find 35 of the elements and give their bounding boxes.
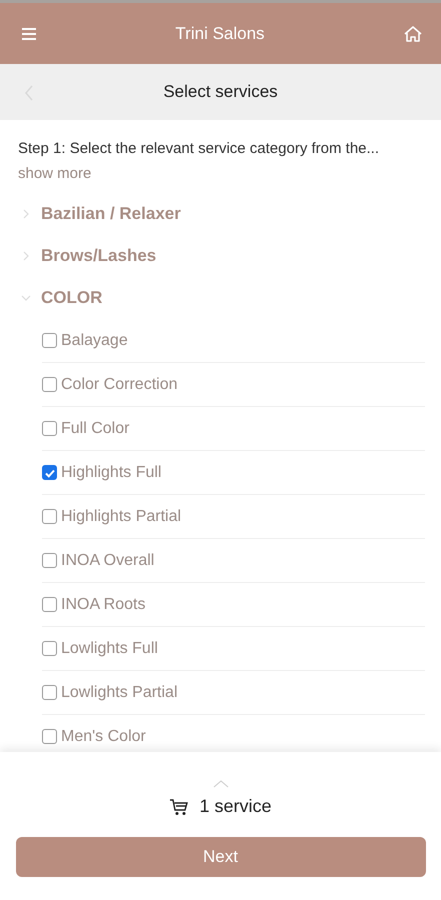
checkbox[interactable] <box>42 685 57 700</box>
category-header[interactable]: Brows/Lashes <box>18 235 425 277</box>
checkbox[interactable] <box>42 465 57 480</box>
category-header[interactable]: COLOR <box>18 277 425 319</box>
show-more-link[interactable]: show more <box>18 165 92 182</box>
chevron-icon <box>21 293 31 303</box>
checkbox[interactable] <box>42 377 57 392</box>
category-header[interactable]: Bazilian / Relaxer <box>18 193 425 235</box>
cart-summary: 1 service <box>199 796 272 817</box>
checkbox[interactable] <box>42 729 57 744</box>
service-option[interactable]: Lowlights Full <box>42 627 425 671</box>
service-option[interactable]: INOA Roots <box>42 583 425 627</box>
service-option[interactable]: Highlights Partial <box>42 495 425 539</box>
service-option[interactable]: INOA Overall <box>42 539 425 583</box>
checkbox[interactable] <box>42 421 57 436</box>
service-option[interactable]: Balayage <box>42 319 425 363</box>
service-option[interactable]: Full Color <box>42 407 425 451</box>
app-title: Trini Salons <box>175 24 265 44</box>
menu-icon[interactable] <box>21 26 37 40</box>
checkbox[interactable] <box>42 553 57 568</box>
chevron-icon <box>21 251 31 261</box>
page-title: Select services <box>163 82 278 102</box>
expand-icon[interactable] <box>212 780 228 788</box>
service-option[interactable]: Men's Color <box>42 715 425 752</box>
service-option[interactable]: Highlights Full <box>42 451 425 495</box>
checkbox[interactable] <box>42 333 57 348</box>
checkbox[interactable] <box>42 509 57 524</box>
cart-icon <box>169 798 190 816</box>
service-option[interactable]: Color Correction <box>42 363 425 407</box>
chevron-icon <box>21 209 31 219</box>
instruction-text: Step 1: Select the relevant service category from the... <box>18 140 380 157</box>
service-option[interactable]: Lowlights Partial <box>42 671 425 715</box>
checkbox[interactable] <box>42 641 57 656</box>
checkbox[interactable] <box>42 597 57 612</box>
home-icon[interactable] <box>402 24 423 42</box>
